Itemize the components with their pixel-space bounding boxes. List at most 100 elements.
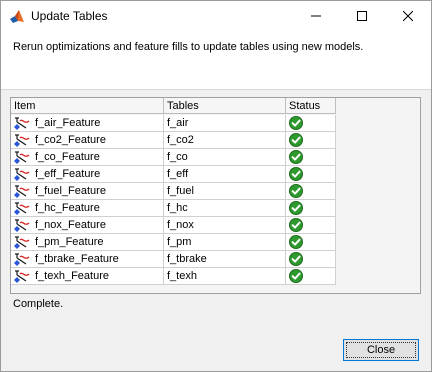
update-tables-dialog: Update Tables Rerun optimizations and fe…	[0, 0, 432, 372]
feature-icon	[14, 202, 30, 215]
status-cell[interactable]	[286, 166, 336, 183]
matlab-app-icon	[10, 10, 24, 23]
item-cell[interactable]: f_tbrake_Feature	[11, 251, 164, 268]
check-ok-icon	[289, 167, 303, 181]
table-row[interactable]: f_co2_Feature f_co2	[11, 132, 336, 149]
item-cell[interactable]: f_nox_Feature	[11, 217, 164, 234]
check-ok-icon	[289, 252, 303, 266]
table-name: f_eff	[167, 168, 189, 180]
check-ok-icon	[289, 133, 303, 147]
table-name: f_hc	[167, 202, 188, 214]
table-row[interactable]: f_fuel_Feature f_fuel	[11, 183, 336, 200]
dialog-header	[1, 31, 431, 89]
maximize-icon	[357, 11, 367, 21]
check-ok-icon	[289, 116, 303, 130]
table-name: f_pm	[167, 236, 192, 248]
item-name: f_texh_Feature	[35, 270, 109, 282]
feature-icon	[14, 168, 30, 181]
tables-cell[interactable]: f_co2	[164, 132, 286, 149]
feature-icon	[14, 253, 30, 266]
tables-grid[interactable]: Item Tables Status f_air_Feature f_air f_c…	[10, 97, 421, 294]
check-ok-icon	[289, 150, 303, 164]
check-ok-icon	[289, 235, 303, 249]
close-button[interactable]: Close	[343, 339, 419, 361]
feature-icon	[14, 270, 30, 283]
column-header-tables[interactable]: Tables	[164, 98, 286, 114]
table-name: f_texh	[167, 270, 197, 282]
check-ok-icon	[289, 218, 303, 232]
status-cell[interactable]	[286, 234, 336, 251]
table-name: f_air	[167, 117, 189, 129]
item-name: f_fuel_Feature	[35, 185, 106, 197]
close-icon	[403, 11, 413, 21]
table-row[interactable]: f_texh_Feature f_texh	[11, 268, 336, 285]
table-row[interactable]: f_air_Feature f_air	[11, 115, 336, 132]
status-cell[interactable]	[286, 183, 336, 200]
item-cell[interactable]: f_co_Feature	[11, 149, 164, 166]
table-header: Item Tables Status	[11, 98, 336, 115]
feature-icon	[14, 236, 30, 249]
table-name: f_co2	[167, 134, 194, 146]
item-name: f_air_Feature	[35, 117, 101, 129]
column-header-status[interactable]: Status	[286, 98, 336, 114]
header-divider	[1, 89, 431, 90]
item-name: f_nox_Feature	[35, 219, 106, 231]
title-bar: Update Tables	[1, 1, 431, 31]
item-cell[interactable]: f_texh_Feature	[11, 268, 164, 285]
item-name: f_tbrake_Feature	[35, 253, 119, 265]
status-cell[interactable]	[286, 115, 336, 132]
item-cell[interactable]: f_eff_Feature	[11, 166, 164, 183]
tables-cell[interactable]: f_co	[164, 149, 286, 166]
status-cell[interactable]	[286, 200, 336, 217]
window-title: Update Tables	[31, 9, 108, 23]
dialog-description: Rerun optimizations and feature fills to…	[13, 41, 364, 53]
minimize-button[interactable]	[293, 1, 339, 31]
minimize-icon	[311, 15, 321, 17]
tables-cell[interactable]: f_eff	[164, 166, 286, 183]
feature-icon	[14, 117, 30, 130]
table-name: f_co	[167, 151, 188, 163]
item-cell[interactable]: f_fuel_Feature	[11, 183, 164, 200]
tables-cell[interactable]: f_tbrake	[164, 251, 286, 268]
table-name: f_nox	[167, 219, 194, 231]
item-cell[interactable]: f_hc_Feature	[11, 200, 164, 217]
check-ok-icon	[289, 269, 303, 283]
item-cell[interactable]: f_pm_Feature	[11, 234, 164, 251]
check-ok-icon	[289, 201, 303, 215]
table-body: f_air_Feature f_air f_co2_Feature f_co2 f_co…	[11, 115, 336, 285]
tables-cell[interactable]: f_air	[164, 115, 286, 132]
table-row[interactable]: f_pm_Feature f_pm	[11, 234, 336, 251]
feature-icon	[14, 134, 30, 147]
table-row[interactable]: f_eff_Feature f_eff	[11, 166, 336, 183]
status-message: Complete.	[13, 298, 64, 310]
table-name: f_fuel	[167, 185, 194, 197]
check-ok-icon	[289, 184, 303, 198]
item-name: f_hc_Feature	[35, 202, 100, 214]
table-row[interactable]: f_tbrake_Feature f_tbrake	[11, 251, 336, 268]
status-cell[interactable]	[286, 217, 336, 234]
column-header-item[interactable]: Item	[11, 98, 164, 114]
table-row[interactable]: f_nox_Feature f_nox	[11, 217, 336, 234]
tables-cell[interactable]: f_pm	[164, 234, 286, 251]
tables-cell[interactable]: f_nox	[164, 217, 286, 234]
item-name: f_co_Feature	[35, 151, 100, 163]
status-cell[interactable]	[286, 132, 336, 149]
feature-icon	[14, 219, 30, 232]
status-cell[interactable]	[286, 268, 336, 285]
item-name: f_eff_Feature	[35, 168, 101, 180]
tables-cell[interactable]: f_texh	[164, 268, 286, 285]
maximize-button[interactable]	[339, 1, 385, 31]
item-name: f_pm_Feature	[35, 236, 104, 248]
table-row[interactable]: f_co_Feature f_co	[11, 149, 336, 166]
item-cell[interactable]: f_air_Feature	[11, 115, 164, 132]
table-row[interactable]: f_hc_Feature f_hc	[11, 200, 336, 217]
status-cell[interactable]	[286, 149, 336, 166]
close-window-button[interactable]	[385, 1, 431, 31]
status-cell[interactable]	[286, 251, 336, 268]
table-name: f_tbrake	[167, 253, 207, 265]
tables-cell[interactable]: f_hc	[164, 200, 286, 217]
tables-cell[interactable]: f_fuel	[164, 183, 286, 200]
feature-icon	[14, 151, 30, 164]
item-cell[interactable]: f_co2_Feature	[11, 132, 164, 149]
item-name: f_co2_Feature	[35, 134, 106, 146]
